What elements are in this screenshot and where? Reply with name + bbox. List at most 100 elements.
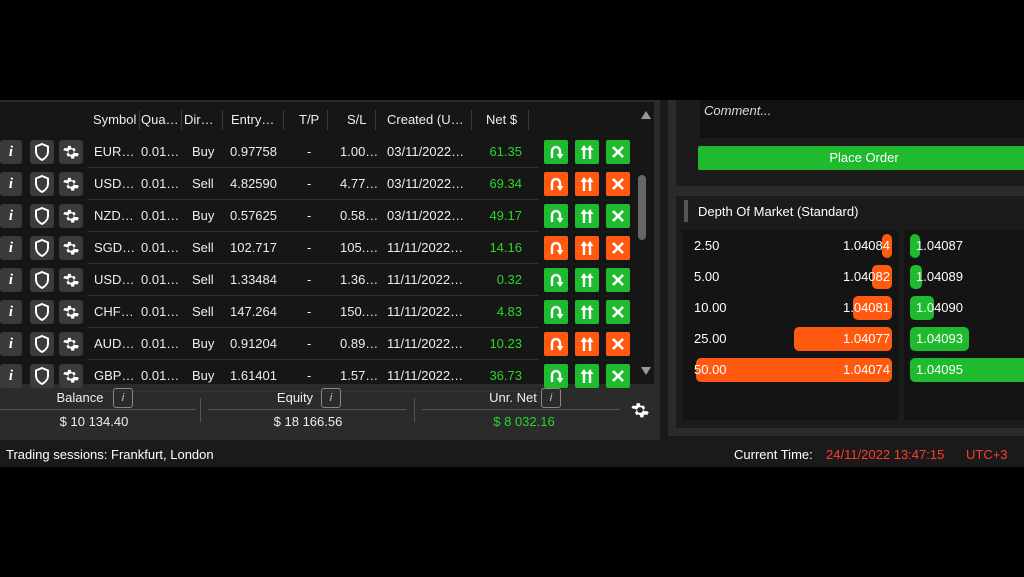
dom-bid-row[interactable]: 2.50 1.04084: [682, 234, 898, 258]
cell-tp: -: [307, 176, 312, 191]
info-icon[interactable]: i: [0, 332, 22, 356]
gear-icon[interactable]: [59, 204, 83, 228]
table-row[interactable]: i SGD… 0.01… Sell 102.717 - 105.… 11/11/2022… 14…: [0, 232, 638, 264]
info-icon[interactable]: i: [0, 172, 22, 196]
close-icon[interactable]: [606, 236, 630, 260]
shield-icon[interactable]: [30, 300, 54, 324]
table-row[interactable]: i NZD… 0.01… Buy 0.57625 - 0.58… 03/11/2022… 49.…: [0, 200, 638, 232]
info-icon[interactable]: i: [0, 300, 22, 324]
reverse-icon[interactable]: [544, 236, 568, 260]
reverse-icon[interactable]: [544, 172, 568, 196]
double-up-arrow-icon[interactable]: [575, 364, 599, 388]
double-up-arrow-icon[interactable]: [575, 236, 599, 260]
info-icon[interactable]: i: [0, 364, 22, 388]
scroll-down-icon[interactable]: [638, 364, 654, 378]
column-header[interactable]: Symbol: [93, 108, 137, 132]
dom-bid-row[interactable]: 50.00 1.04074: [682, 358, 898, 382]
close-icon[interactable]: [606, 140, 630, 164]
dom-bid-volume: 10.00: [694, 300, 727, 315]
gear-icon[interactable]: [59, 364, 83, 388]
gear-icon[interactable]: [59, 300, 83, 324]
cell-net: 49.17: [489, 208, 522, 223]
cell-sl: 150.…: [340, 304, 379, 319]
cell-dir: Buy: [192, 368, 215, 383]
table-row[interactable]: i USD… 0.01… Sell 1.33484 - 1.36… 11/11/2022… 0.…: [0, 264, 638, 296]
column-header[interactable]: Entry…: [231, 108, 281, 132]
equity-info-icon[interactable]: i: [321, 388, 341, 408]
dom-ask-price: 1.04093: [916, 331, 963, 346]
cell-created: 11/11/2022…: [387, 336, 464, 351]
column-header[interactable]: Qua…: [141, 108, 179, 132]
column-header[interactable]: S/L: [347, 108, 373, 132]
cell-sl: 0.89…: [340, 336, 379, 351]
cell-symbol: AUD…: [94, 336, 135, 351]
info-icon[interactable]: i: [0, 204, 22, 228]
column-header[interactable]: Created (U…: [387, 108, 469, 132]
settings-gear-icon[interactable]: [630, 400, 650, 420]
scroll-up-icon[interactable]: [638, 108, 654, 122]
close-icon[interactable]: [606, 268, 630, 292]
gear-icon[interactable]: [59, 332, 83, 356]
comment-field[interactable]: Comment...: [700, 100, 1024, 138]
dom-bid-row[interactable]: 5.00 1.04082: [682, 265, 898, 289]
column-header[interactable]: Dire…: [184, 108, 220, 132]
info-icon[interactable]: i: [0, 140, 22, 164]
column-header[interactable]: Net $: [486, 108, 526, 132]
dom-bid-row[interactable]: 10.00 1.04081: [682, 296, 898, 320]
gear-icon[interactable]: [59, 236, 83, 260]
reverse-icon[interactable]: [544, 332, 568, 356]
reverse-icon[interactable]: [544, 364, 568, 388]
column-header[interactable]: T/P: [299, 108, 325, 132]
double-up-arrow-icon[interactable]: [575, 204, 599, 228]
shield-icon[interactable]: [30, 364, 54, 388]
gear-icon[interactable]: [59, 140, 83, 164]
double-up-arrow-icon[interactable]: [575, 140, 599, 164]
balance-info-icon[interactable]: i: [113, 388, 133, 408]
gear-icon[interactable]: [59, 172, 83, 196]
dom-ask-row[interactable]: 1.04095: [904, 358, 1024, 382]
shield-icon[interactable]: [30, 204, 54, 228]
dom-ask-row[interactable]: 1.04090: [904, 296, 1024, 320]
table-row[interactable]: i AUD… 0.01… Buy 0.91204 - 0.89… 11/11/2022… 10.…: [0, 328, 638, 360]
info-icon[interactable]: i: [0, 236, 22, 260]
shield-icon[interactable]: [30, 332, 54, 356]
reverse-icon[interactable]: [544, 268, 568, 292]
gear-icon[interactable]: [59, 268, 83, 292]
unr-net-info-icon[interactable]: i: [541, 388, 561, 408]
close-icon[interactable]: [606, 300, 630, 324]
depth-of-market: Depth Of Market (Standard) 2.50 1.04084 5.…: [676, 196, 1024, 428]
info-icon[interactable]: i: [0, 268, 22, 292]
positions-scrollbar[interactable]: [638, 102, 654, 384]
close-icon[interactable]: [606, 364, 630, 388]
double-up-arrow-icon[interactable]: [575, 332, 599, 356]
cell-dir: Sell: [192, 176, 214, 191]
scrollbar-thumb[interactable]: [638, 175, 646, 240]
place-order-button[interactable]: Place Order: [698, 146, 1024, 170]
reverse-icon[interactable]: [544, 204, 568, 228]
close-icon[interactable]: [606, 204, 630, 228]
close-icon[interactable]: [606, 332, 630, 356]
cell-qty: 0.01…: [141, 208, 180, 223]
shield-icon[interactable]: [30, 236, 54, 260]
double-up-arrow-icon[interactable]: [575, 268, 599, 292]
dom-ask-row[interactable]: 1.04087: [904, 234, 1024, 258]
cell-entry: 0.97758: [230, 144, 277, 159]
table-row[interactable]: i EUR… 0.01… Buy 0.97758 - 1.00… 03/11/2022… 61.…: [0, 136, 638, 168]
divider: [414, 398, 415, 422]
shield-icon[interactable]: [30, 140, 54, 164]
dom-ask-row[interactable]: 1.04093: [904, 327, 1024, 351]
double-up-arrow-icon[interactable]: [575, 172, 599, 196]
double-up-arrow-icon[interactable]: [575, 300, 599, 324]
dom-bid-row[interactable]: 25.00 1.04077: [682, 327, 898, 351]
reverse-icon[interactable]: [544, 140, 568, 164]
table-row[interactable]: i CHF… 0.01… Sell 147.264 - 150.… 11/11/2022… 4.…: [0, 296, 638, 328]
shield-icon[interactable]: [30, 268, 54, 292]
cell-created: 11/11/2022…: [387, 368, 464, 383]
table-row[interactable]: i USD… 0.01… Sell 4.82590 - 4.77… 03/11/2022… 69…: [0, 168, 638, 200]
reverse-icon[interactable]: [544, 300, 568, 324]
dom-ask-row[interactable]: 1.04089: [904, 265, 1024, 289]
cell-sl: 4.77…: [340, 176, 379, 191]
close-icon[interactable]: [606, 172, 630, 196]
shield-icon[interactable]: [30, 172, 54, 196]
cell-tp: -: [307, 208, 312, 223]
